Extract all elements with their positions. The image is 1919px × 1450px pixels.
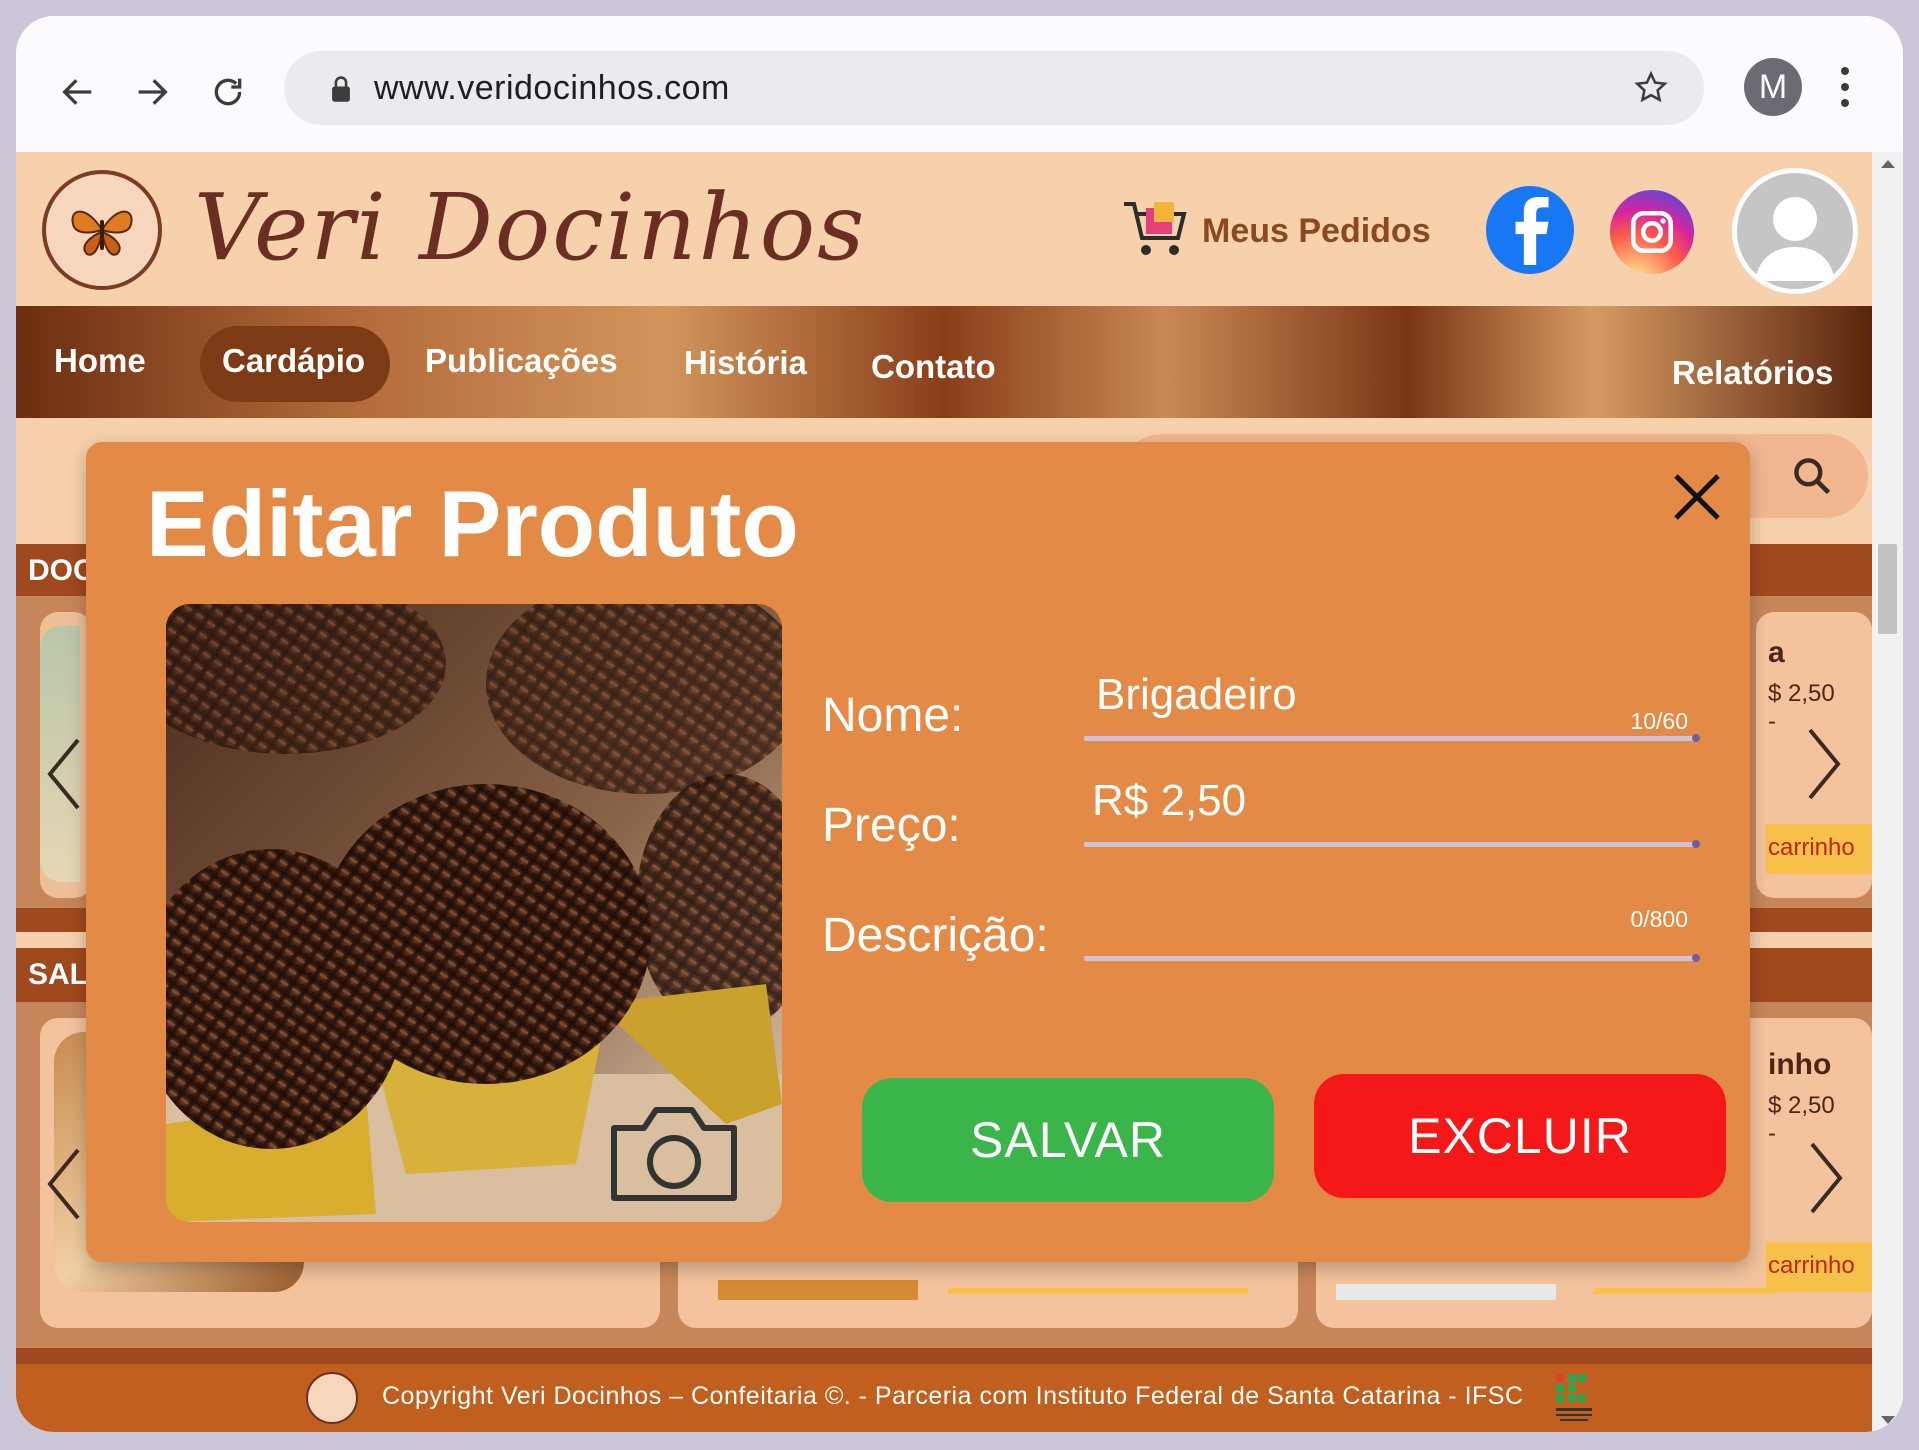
- my-orders-link[interactable]: Meus Pedidos: [1202, 212, 1431, 251]
- chevron-left-icon[interactable]: [42, 734, 88, 814]
- nav-item-contato[interactable]: Contato: [871, 348, 996, 386]
- url-text: www.veridocinhos.com: [374, 69, 730, 107]
- logo[interactable]: [42, 170, 162, 290]
- nav-item-home[interactable]: Home: [54, 342, 146, 380]
- footer-logo: [306, 1372, 358, 1424]
- price-input[interactable]: R$ 2,50: [1092, 776, 1246, 826]
- save-button[interactable]: SALVAR: [862, 1078, 1274, 1202]
- web-page: Veri Docinhos Meus Pedidos Home Cardápio…: [16, 152, 1872, 1432]
- cart-strip: [1594, 1288, 1774, 1294]
- main-nav: Home Cardápio Publicações História Conta…: [16, 306, 1872, 418]
- product-image: [718, 1280, 918, 1300]
- chevron-left-icon[interactable]: [42, 1144, 88, 1224]
- nav-item-publicacoes[interactable]: Publicações: [425, 342, 618, 380]
- chevron-right-icon[interactable]: [1802, 1138, 1848, 1218]
- product-price: $ 2,50: [1768, 680, 1835, 707]
- butterfly-logo-icon: [71, 210, 133, 256]
- browser-toolbar: www.veridocinhos.com M: [16, 16, 1903, 152]
- description-label: Descrição:: [822, 909, 1049, 962]
- chevron-right-icon[interactable]: [1800, 724, 1846, 804]
- nav-item-relatorios[interactable]: Relatórios: [1672, 354, 1833, 392]
- browser-profile-avatar[interactable]: M: [1744, 58, 1802, 116]
- divider: [16, 1348, 1872, 1364]
- modal-title: Editar Produto: [146, 471, 799, 576]
- scroll-down-arrow-icon[interactable]: [1881, 1416, 1895, 1424]
- edit-product-modal: Editar Produto Nome: Brigadeiro 10/60 Pr…: [86, 442, 1750, 1262]
- name-input-underline[interactable]: [1084, 734, 1700, 742]
- name-label: Nome:: [822, 689, 964, 742]
- instagram-icon[interactable]: [1610, 190, 1694, 274]
- description-input-underline[interactable]: [1084, 954, 1700, 962]
- reload-icon[interactable]: [202, 66, 254, 118]
- site-header: Veri Docinhos Meus Pedidos: [16, 152, 1872, 306]
- ifsc-logo-icon: [1556, 1374, 1592, 1421]
- product-image: [1336, 1284, 1556, 1300]
- footer: Copyright Veri Docinhos – Confeitaria ©.…: [16, 1364, 1872, 1432]
- device-frame: www.veridocinhos.com M Veri Docinhos Meu…: [0, 0, 1919, 1450]
- scroll-up-arrow-icon[interactable]: [1881, 160, 1895, 168]
- scrollbar-thumb[interactable]: [1878, 544, 1897, 634]
- product-title: inho: [1768, 1048, 1832, 1081]
- add-to-cart-button[interactable]: carrinho: [1766, 824, 1872, 874]
- cart-icon[interactable]: [1120, 194, 1190, 262]
- address-bar[interactable]: www.veridocinhos.com: [284, 51, 1704, 125]
- price-input-underline[interactable]: [1084, 840, 1700, 848]
- search-icon[interactable]: [1790, 454, 1834, 498]
- nav-item-historia[interactable]: História: [684, 344, 807, 382]
- page-scrollbar[interactable]: [1872, 152, 1903, 1432]
- close-icon[interactable]: [1672, 472, 1722, 522]
- nav-item-cardapio[interactable]: Cardápio: [222, 342, 365, 380]
- product-extra: -: [1768, 708, 1776, 735]
- delete-button[interactable]: EXCLUIR: [1314, 1074, 1726, 1198]
- camera-icon[interactable]: [606, 1098, 742, 1206]
- lock-icon: [332, 76, 350, 102]
- forward-arrow-icon[interactable]: [126, 66, 178, 118]
- product-price: $ 2,50: [1768, 1092, 1835, 1119]
- add-to-cart-button[interactable]: carrinho: [1766, 1242, 1872, 1292]
- name-input[interactable]: Brigadeiro: [1096, 670, 1297, 720]
- star-icon[interactable]: [1632, 69, 1670, 107]
- price-label: Preço:: [822, 799, 961, 852]
- brand-name[interactable]: Veri Docinhos: [194, 174, 866, 281]
- facebook-icon[interactable]: [1486, 186, 1574, 274]
- product-extra: -: [1768, 1120, 1776, 1147]
- name-counter: 10/60: [1630, 708, 1688, 734]
- footer-copyright: Copyright Veri Docinhos – Confeitaria ©.…: [382, 1382, 1524, 1410]
- product-title: a: [1768, 636, 1785, 669]
- kebab-menu-icon[interactable]: [1838, 64, 1852, 110]
- back-arrow-icon[interactable]: [52, 66, 104, 118]
- description-counter: 0/800: [1630, 906, 1688, 932]
- screen: www.veridocinhos.com M Veri Docinhos Meu…: [16, 16, 1903, 1432]
- user-avatar-icon[interactable]: [1732, 168, 1858, 294]
- cart-strip: [948, 1288, 1248, 1294]
- product-photo[interactable]: [166, 604, 782, 1222]
